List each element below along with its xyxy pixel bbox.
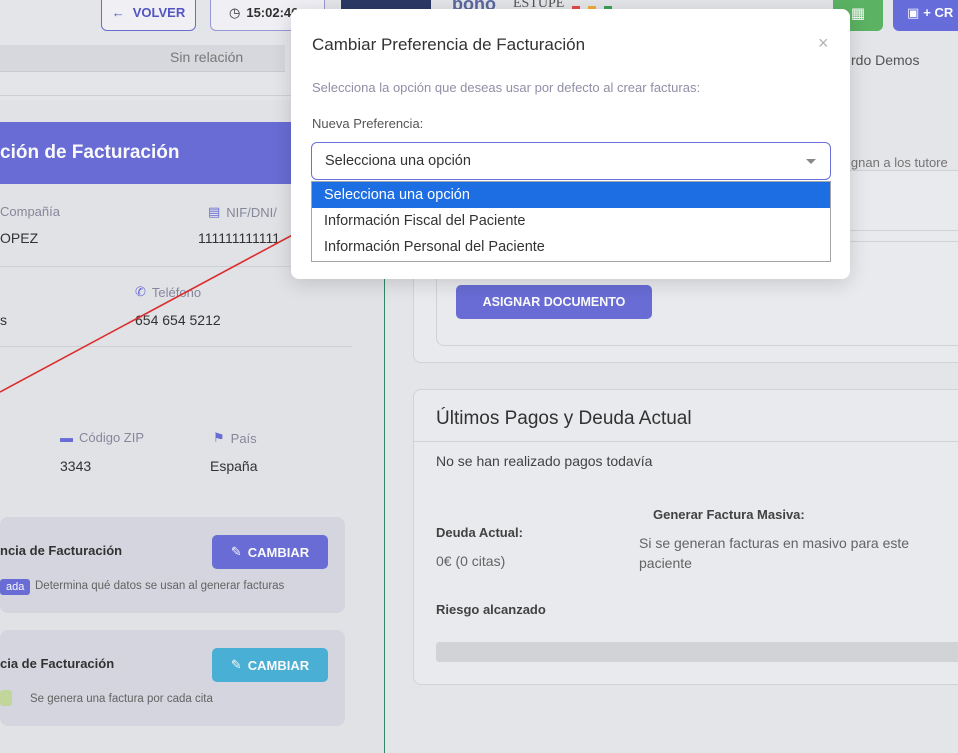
chevron-down-icon xyxy=(806,159,816,164)
preference-dropdown-list: Selecciona una opción Información Fiscal… xyxy=(311,181,831,262)
dropdown-option[interactable]: Información Fiscal del Paciente xyxy=(312,208,830,234)
modal-description: Selecciona la opción que deseas usar por… xyxy=(312,80,701,95)
dropdown-option[interactable]: Selecciona una opción xyxy=(312,182,830,208)
dropdown-option[interactable]: Información Personal del Paciente xyxy=(312,234,830,260)
preference-select[interactable]: Selecciona una opción xyxy=(311,142,831,180)
modal-title: Cambiar Preferencia de Facturación xyxy=(312,35,586,54)
preference-select-value: Selecciona una opción xyxy=(325,153,471,169)
preference-field-label: Nueva Preferencia: xyxy=(312,116,424,131)
close-icon[interactable]: × xyxy=(818,33,829,54)
